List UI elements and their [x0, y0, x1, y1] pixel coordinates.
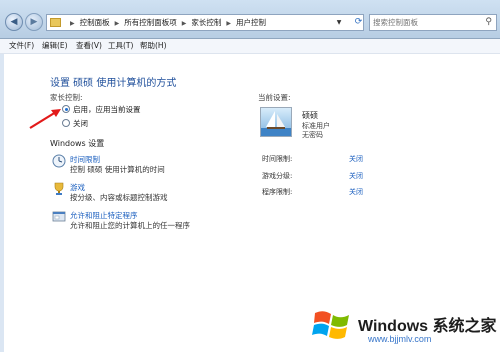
- time-limits-desc: 控制 硕硕 使用计算机的时间: [70, 165, 165, 174]
- breadcrumb-item[interactable]: 家长控制: [191, 18, 221, 27]
- window-titlebar: ◀ ▶ ▶ 控制面板 ▶ 所有控制面板项 ▶ 家长控制 ▶ 用户控制 ▼ ⟳ ⚲: [0, 0, 500, 39]
- current-settings-label: 当前设置:: [258, 93, 291, 102]
- menu-edit[interactable]: 编辑(E): [42, 41, 68, 51]
- programs-desc: 允许和阻止您的计算机上的任一程序: [70, 221, 190, 230]
- breadcrumb: ▶ 控制面板 ▶ 所有控制面板项 ▶ 家长控制 ▶ 用户控制: [65, 17, 266, 30]
- setting-label: 游戏分级:: [262, 172, 293, 180]
- menu-help[interactable]: 帮助(H): [140, 41, 167, 51]
- chevron-right-icon: ▶: [226, 20, 231, 27]
- chevron-right-icon: ▶: [181, 20, 187, 27]
- user-avatar: [260, 107, 292, 137]
- clock-icon: [52, 154, 66, 168]
- setting-value-link[interactable]: 关闭: [349, 171, 363, 181]
- refresh-icon[interactable]: ⟳: [352, 14, 365, 31]
- search-box[interactable]: ⚲: [369, 14, 497, 31]
- windows-settings-heading: Windows 设置: [50, 139, 105, 148]
- menu-view[interactable]: 查看(V): [76, 41, 102, 51]
- setting-label: 时间限制:: [262, 155, 293, 163]
- setting-label: 程序限制:: [262, 188, 293, 196]
- breadcrumb-item[interactable]: 控制面板: [80, 18, 110, 27]
- breadcrumb-item[interactable]: 用户控制: [236, 18, 266, 27]
- back-arrow-icon[interactable]: ◀: [5, 13, 23, 31]
- watermark-brand: Windows 系统之家: [358, 318, 497, 335]
- user-name: 硕硕: [302, 111, 318, 120]
- forward-arrow-icon[interactable]: ▶: [25, 13, 43, 31]
- menu-bar: 文件(F) 编辑(E) 查看(V) 工具(T) 帮助(H): [0, 39, 500, 54]
- menu-file[interactable]: 文件(F): [9, 41, 34, 51]
- address-bar[interactable]: ▶ 控制面板 ▶ 所有控制面板项 ▶ 家长控制 ▶ 用户控制 ▼: [46, 14, 364, 31]
- sailboat-icon: [261, 111, 291, 136]
- games-desc: 按分级、内容或标题控制游戏: [70, 193, 168, 202]
- left-strip: [0, 54, 4, 352]
- radio-off-label[interactable]: 关闭: [73, 118, 88, 129]
- control-panel-icon: [50, 18, 61, 27]
- chevron-down-icon[interactable]: ▼: [333, 15, 345, 30]
- parental-controls-label: 家长控制:: [50, 93, 83, 102]
- user-password-status: 无密码: [302, 131, 323, 139]
- menu-tools[interactable]: 工具(T): [108, 41, 133, 51]
- breadcrumb-item[interactable]: 所有控制面板项: [124, 18, 177, 27]
- setting-value-link[interactable]: 关闭: [349, 154, 363, 164]
- chevron-right-icon: ▶: [114, 20, 120, 27]
- setting-value-link[interactable]: 关闭: [349, 187, 363, 197]
- radio-on-label[interactable]: 启用，应用当前设置: [73, 104, 141, 115]
- windows-logo-icon: [312, 311, 349, 339]
- red-arrow-icon: [29, 109, 61, 129]
- chevron-right-icon: ▶: [70, 20, 75, 27]
- trophy-icon: [54, 182, 64, 195]
- search-input[interactable]: [373, 16, 478, 28]
- page-title: 设置 硕硕 使用计算机的方式: [50, 78, 177, 89]
- watermark-url: www.bjjmlv.com: [368, 334, 432, 344]
- search-icon[interactable]: ⚲: [485, 17, 492, 27]
- program-icon: [52, 211, 66, 222]
